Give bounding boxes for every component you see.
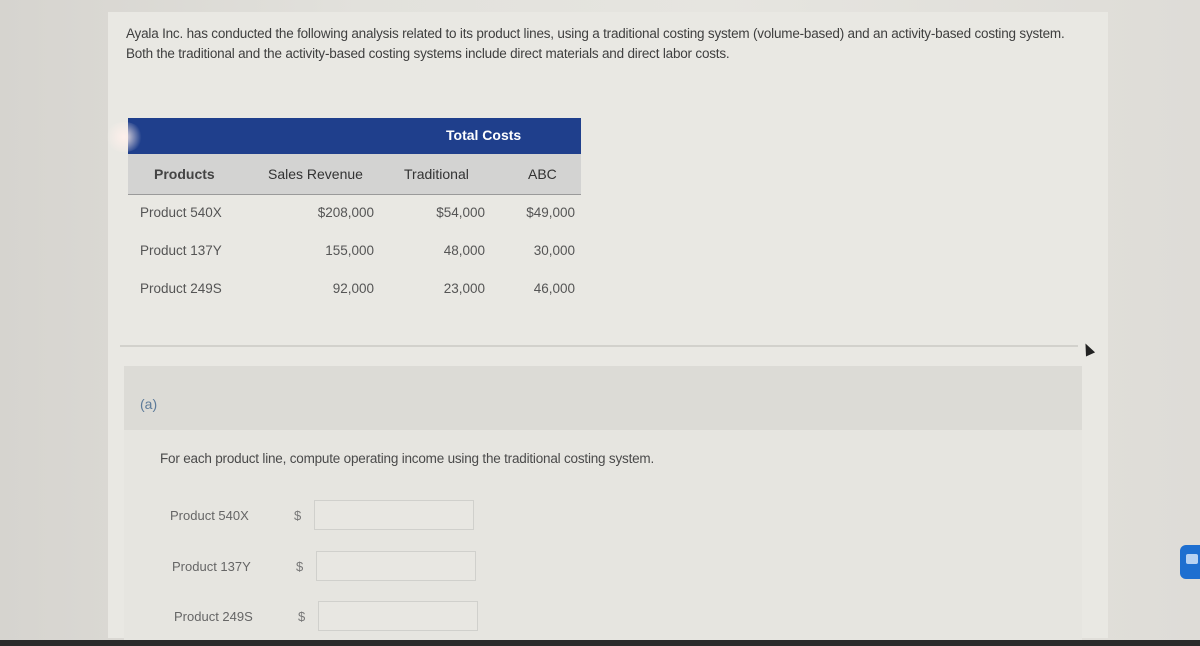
part-a-question: For each product line, compute operating… <box>124 430 1082 640</box>
screen-bezel <box>0 640 1200 646</box>
column-header-products: Products <box>154 166 215 182</box>
sales-revenue: $208,000 <box>317 205 374 220</box>
product-name: Product 249S <box>140 281 222 296</box>
section-divider <box>120 345 1078 347</box>
table-row: Product 137Y 155,000 48,000 30,000 <box>128 233 581 271</box>
photo-glare <box>104 122 144 152</box>
answer-label: Product 249S <box>174 609 253 624</box>
operating-income-137y-input[interactable] <box>316 551 476 581</box>
chat-bubble-icon <box>1186 554 1198 564</box>
traditional-cost: 48,000 <box>443 243 485 258</box>
abc-cost: 30,000 <box>533 243 575 258</box>
table-row: Product 249S 92,000 23,000 46,000 <box>128 271 581 309</box>
answer-label: Product 540X <box>170 508 249 523</box>
cost-table: Total Costs Products Sales Revenue Tradi… <box>128 118 581 309</box>
part-a-label: (a) <box>140 396 158 412</box>
sales-revenue: 155,000 <box>325 243 374 258</box>
abc-cost: 46,000 <box>533 281 575 296</box>
column-header-abc: ABC <box>528 166 557 182</box>
sales-revenue: 92,000 <box>332 281 374 296</box>
traditional-cost: 23,000 <box>443 281 485 296</box>
abc-cost: $49,000 <box>526 205 575 220</box>
table-column-headers: Products Sales Revenue Traditional ABC <box>128 154 581 195</box>
currency-symbol: $ <box>296 559 304 574</box>
answer-row: Product 540X $ <box>170 500 490 532</box>
answer-row: Product 137Y $ <box>172 551 492 583</box>
currency-symbol: $ <box>298 609 306 624</box>
answer-label: Product 137Y <box>172 559 251 574</box>
problem-intro: Ayala Inc. has conducted the following a… <box>126 26 1065 61</box>
traditional-cost: $54,000 <box>436 205 485 220</box>
total-costs-header: Total Costs <box>446 127 522 143</box>
column-header-traditional: Traditional <box>404 166 469 182</box>
screen: Ayala Inc. has conducted the following a… <box>0 0 1200 646</box>
product-name: Product 540X <box>140 205 222 220</box>
table-row: Product 540X $208,000 $54,000 $49,000 <box>128 195 581 233</box>
column-header-sales-revenue: Sales Revenue <box>268 166 363 182</box>
operating-income-540x-input[interactable] <box>314 500 474 530</box>
table-group-header: Total Costs <box>128 118 581 154</box>
operating-income-249s-input[interactable] <box>318 601 478 631</box>
product-name: Product 137Y <box>140 243 222 258</box>
answer-row: Product 249S $ <box>174 601 494 633</box>
part-a-header: (a) <box>124 366 1082 430</box>
question-prompt: For each product line, compute operating… <box>160 451 655 466</box>
currency-symbol: $ <box>294 508 302 523</box>
chat-button[interactable] <box>1180 545 1200 579</box>
